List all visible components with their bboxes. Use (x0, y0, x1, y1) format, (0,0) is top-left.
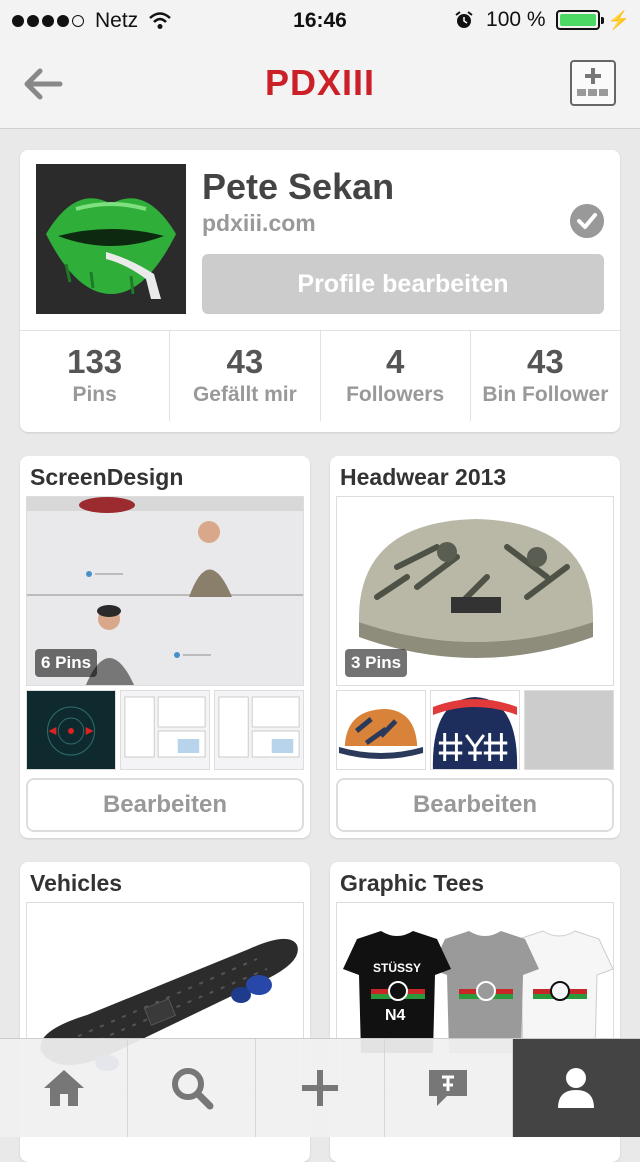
pin-count-badge: 6 Pins (35, 649, 98, 677)
tee-print-text: STÜSSY (373, 961, 422, 975)
board-title: Vehicles (30, 870, 123, 896)
board-thumbnails (26, 690, 304, 770)
tab-bar (0, 1038, 640, 1137)
thumbnail-image (27, 691, 115, 769)
stat-label: Bin Follower (482, 383, 609, 406)
board-title: ScreenDesign (30, 464, 184, 490)
plus-icon (302, 1070, 338, 1106)
board-cover[interactable]: 6 Pins (26, 496, 304, 686)
battery-percent: 100 % (486, 8, 546, 31)
home-icon (43, 1070, 84, 1106)
board-thumbnails (336, 690, 614, 770)
stat-label: Pins (72, 383, 117, 406)
stat-pins[interactable]: 133 Pins (20, 331, 169, 421)
board-cover[interactable]: 3 Pins (336, 496, 614, 686)
stat-value: 43 (226, 343, 264, 380)
verified-check-icon (570, 204, 604, 238)
edit-profile-button[interactable]: Profile bearbeiten (202, 254, 604, 314)
board-thumbnail[interactable] (214, 690, 304, 770)
board-thumbnail-empty (524, 690, 614, 770)
lips-illustration (36, 164, 186, 314)
search-icon (171, 1068, 214, 1110)
tab-home[interactable] (0, 1039, 127, 1137)
board-thumbnail[interactable] (26, 690, 116, 770)
stat-likes[interactable]: 43 Gefällt mir (169, 331, 319, 421)
avatar[interactable] (36, 164, 186, 314)
thumbnail-image (121, 691, 209, 769)
stat-label: Gefällt mir (192, 383, 297, 406)
page-title: PDXIII (264, 62, 376, 103)
tab-profile[interactable] (511, 1039, 640, 1137)
stat-value: 43 (527, 343, 564, 380)
stat-value: 4 (385, 343, 405, 380)
stat-following[interactable]: 43 Bin Follower (469, 331, 620, 421)
stat-followers[interactable]: 4 Followers (319, 331, 470, 421)
profile-website[interactable]: pdxiii.com (202, 210, 316, 237)
tab-notifications[interactable] (383, 1039, 512, 1137)
stat-value: 133 (67, 343, 123, 380)
tab-add[interactable] (255, 1039, 383, 1137)
board-title: Graphic Tees (340, 870, 485, 896)
profile-card: Pete Sekan pdxiii.com Profile bearbeiten… (20, 150, 620, 432)
thumbnail-image (215, 691, 303, 769)
battery-level (559, 14, 596, 26)
profile-stats: 133 Pins 43 Gefällt mir 4 Followers 43 B… (20, 330, 620, 421)
status-right: 100 % ⚡ (454, 8, 630, 32)
add-board-button[interactable] (570, 60, 616, 106)
charging-icon: ⚡ (607, 9, 630, 30)
battery-tip (600, 17, 604, 24)
tee-print-code: N4 (385, 1007, 406, 1024)
nav-bar: PDXIII (0, 40, 640, 129)
thumbnail-image (337, 691, 425, 769)
alarm-icon (455, 11, 473, 28)
profile-icon (558, 1068, 595, 1108)
board-thumbnail[interactable] (336, 690, 426, 770)
notifications-icon (429, 1070, 468, 1106)
add-board-icon (577, 68, 608, 96)
profile-name: Pete Sekan (202, 166, 395, 207)
tab-search[interactable] (127, 1039, 255, 1137)
board-card[interactable]: ScreenDesign 6 Pins Bearbeiten (20, 456, 310, 838)
thumbnail-image (431, 691, 519, 769)
stat-label: Followers (346, 383, 445, 406)
board-card[interactable]: Headwear 2013 3 Pins Bearbeiten (330, 456, 620, 838)
battery-icon (555, 10, 604, 30)
board-edit-button[interactable]: Bearbeiten (26, 778, 304, 832)
pin-count-badge: 3 Pins (345, 649, 408, 677)
status-bar: Netz 16:46 100 % ⚡ (0, 0, 640, 40)
board-thumbnail[interactable] (120, 690, 210, 770)
board-thumbnail[interactable] (430, 690, 520, 770)
board-edit-button[interactable]: Bearbeiten (336, 778, 614, 832)
board-title: Headwear 2013 (340, 464, 507, 490)
